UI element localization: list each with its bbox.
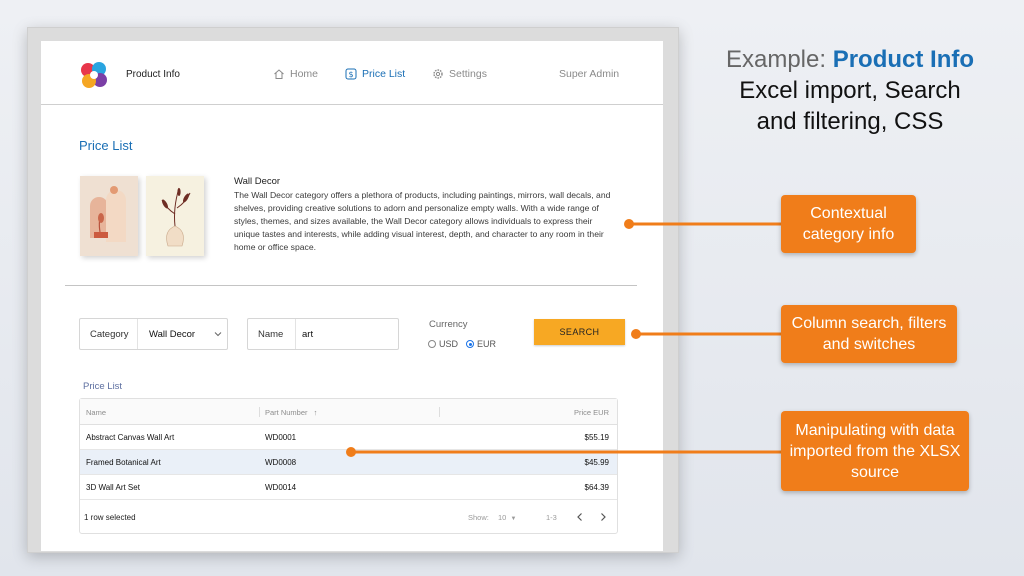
name-input[interactable] xyxy=(295,319,399,349)
cell-price: $64.39 xyxy=(584,483,609,492)
column-separator[interactable] xyxy=(259,407,260,417)
nav-settings-label: Settings xyxy=(449,68,487,80)
slide-title-line-2: Excel import, Search xyxy=(739,77,961,104)
slide-title-prefix: Example: xyxy=(725,46,833,73)
section-divider xyxy=(65,285,637,286)
column-header-name[interactable]: Name xyxy=(86,408,106,417)
column-separator[interactable] xyxy=(439,407,440,417)
currency-label: Currency xyxy=(429,319,468,330)
product-image-botanical xyxy=(146,176,204,256)
currency-eur-radio[interactable]: EUR xyxy=(466,339,496,349)
table-row-selected[interactable]: Framed Botanical Art WD0008 $45.99 xyxy=(80,450,617,475)
table-row[interactable]: 3D Wall Art Set WD0014 $64.39 xyxy=(80,475,617,500)
price-grid: Name Part Number ↑ Price EUR Abstract Ca… xyxy=(79,398,618,534)
grid-footer: 1 row selected Show: 10 ▼ 1-3 xyxy=(80,500,617,533)
app-title: Product Info xyxy=(126,69,180,80)
name-label: Name xyxy=(258,329,284,340)
app-logo xyxy=(81,62,107,88)
cell-price: $55.19 xyxy=(584,433,609,442)
currency-eur-label: EUR xyxy=(477,339,497,349)
cell-name: 3D Wall Art Set xyxy=(86,483,140,492)
nav-settings[interactable]: Settings xyxy=(432,68,487,80)
page-size-label: Show: xyxy=(468,513,489,522)
category-value: Wall Decor xyxy=(149,329,196,340)
chevron-down-icon xyxy=(214,332,222,337)
page-title: Price List xyxy=(79,138,133,153)
radio-unchecked-icon xyxy=(428,340,436,348)
page-size-select[interactable]: 10 ▼ xyxy=(498,513,516,522)
cell-part-number: WD0001 xyxy=(265,433,297,442)
nav-home-label: Home xyxy=(290,68,319,80)
currency-usd-radio[interactable]: USD xyxy=(428,339,458,349)
dollar-icon: $ xyxy=(345,68,357,80)
category-select[interactable]: Category Wall Decor xyxy=(79,318,228,350)
category-label: Category xyxy=(90,329,129,340)
page-size-value: 10 xyxy=(498,513,507,522)
category-description: The Wall Decor category offers a plethor… xyxy=(234,190,611,252)
next-page-button[interactable] xyxy=(596,510,610,524)
gear-icon xyxy=(433,69,443,79)
column-header-part-number[interactable]: Part Number ↑ xyxy=(265,408,317,417)
cell-part-number: WD0014 xyxy=(265,483,297,492)
column-header-price[interactable]: Price EUR xyxy=(574,408,609,417)
callout-search-filters: Column search, filters and switches xyxy=(781,305,957,363)
app-header: Product Info Home $ Price List Settings … xyxy=(41,41,663,105)
callout-xlsx-data: Manipulating with data imported from the… xyxy=(781,411,969,491)
cell-price: $45.99 xyxy=(584,458,609,467)
svg-text:$: $ xyxy=(348,70,353,79)
field-separator xyxy=(137,319,138,349)
cell-name: Framed Botanical Art xyxy=(86,458,161,467)
sort-ascending-icon: ↑ xyxy=(313,408,318,417)
grid-title: Price List xyxy=(83,381,123,392)
selection-count: 1 row selected xyxy=(84,513,136,522)
category-name: Wall Decor xyxy=(234,176,281,187)
cell-part-number: WD0008 xyxy=(265,458,297,467)
slide-title-highlight: Product Info xyxy=(832,46,975,73)
table-row[interactable]: Abstract Canvas Wall Art WD0001 $55.19 xyxy=(80,425,617,450)
home-icon xyxy=(274,69,284,79)
product-image-arches xyxy=(80,176,138,256)
nav-home[interactable]: Home xyxy=(273,68,318,80)
page-range: 1-3 xyxy=(546,513,557,522)
radio-checked-icon xyxy=(466,340,474,348)
slide-title-line-1: Example: Product Info xyxy=(700,44,1000,75)
currency-usd-label: USD xyxy=(439,339,459,349)
name-filter: Name xyxy=(247,318,399,350)
slide-title: Example: Product Info Excel import, Sear… xyxy=(700,44,1000,137)
cell-name: Abstract Canvas Wall Art xyxy=(86,433,175,442)
grid-header: Name Part Number ↑ Price EUR xyxy=(80,399,617,425)
nav-price-list[interactable]: $ Price List xyxy=(345,68,405,80)
caret-down-icon: ▼ xyxy=(510,516,517,522)
callout-category-info: Contextual category info xyxy=(781,195,916,253)
slide-title-line-3: and filtering, CSS xyxy=(756,108,944,135)
prev-page-button[interactable] xyxy=(573,510,587,524)
app-window: Product Info Home $ Price List Settings … xyxy=(41,41,663,551)
column-header-part-number-label: Part Number xyxy=(265,408,308,417)
nav-price-list-label: Price List xyxy=(362,68,406,80)
user-menu[interactable]: Super Admin xyxy=(559,68,619,80)
search-button[interactable]: SEARCH xyxy=(534,319,625,345)
